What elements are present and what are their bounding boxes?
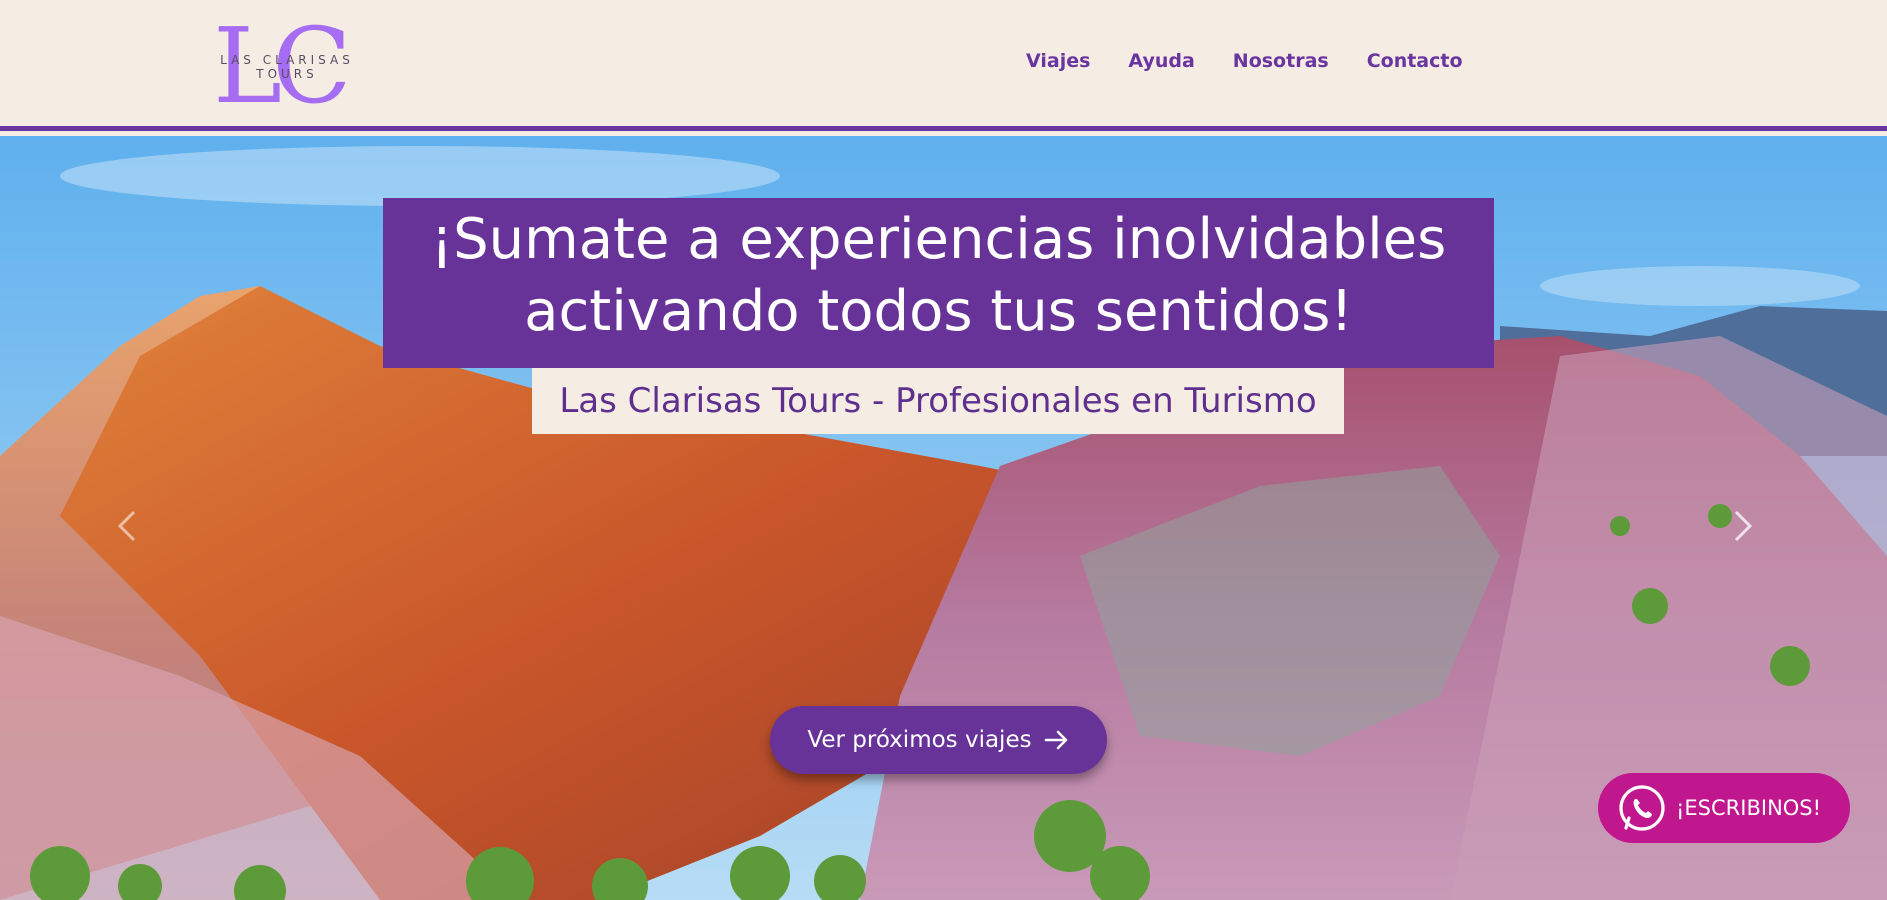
nav-item-nosotras[interactable]: Nosotras [1233,50,1329,72]
logo[interactable]: LC LAS CLARISAS TOURS [205,14,369,118]
chevron-left-icon [117,510,136,542]
nav-item-ayuda[interactable]: Ayuda [1128,50,1194,72]
logo-line-1: LAS CLARISAS [220,53,354,67]
hero-headline: ¡Sumate a experiencias inolvidables acti… [430,207,1447,344]
upcoming-trips-button[interactable]: Ver próximos viajes [770,706,1107,774]
main-nav: Viajes Ayuda Nosotras Contacto [1026,50,1463,72]
arrow-right-icon [1044,730,1067,750]
hero-subtitle: Las Clarisas Tours - Profesionales en Tu… [559,381,1317,421]
nav-item-viajes[interactable]: Viajes [1026,50,1090,72]
site-header: LC LAS CLARISAS TOURS Viajes Ayuda Nosot… [0,0,1887,131]
hero-slider: ¡Sumate a experiencias inolvidables acti… [0,136,1887,900]
whatsapp-icon [1619,785,1665,831]
chevron-right-icon [1734,510,1753,542]
whatsapp-label: ¡ESCRIBINOS! [1676,796,1822,820]
subtitle-banner: Las Clarisas Tours - Profesionales en Tu… [532,368,1344,434]
carousel-next-button[interactable] [1728,506,1758,546]
cta-label: Ver próximos viajes [807,727,1032,753]
carousel-prev-button[interactable] [112,506,142,546]
whatsapp-button[interactable]: ¡ESCRIBINOS! [1598,773,1850,843]
logo-line-2: TOURS [256,67,318,81]
nav-item-contacto[interactable]: Contacto [1367,50,1463,72]
